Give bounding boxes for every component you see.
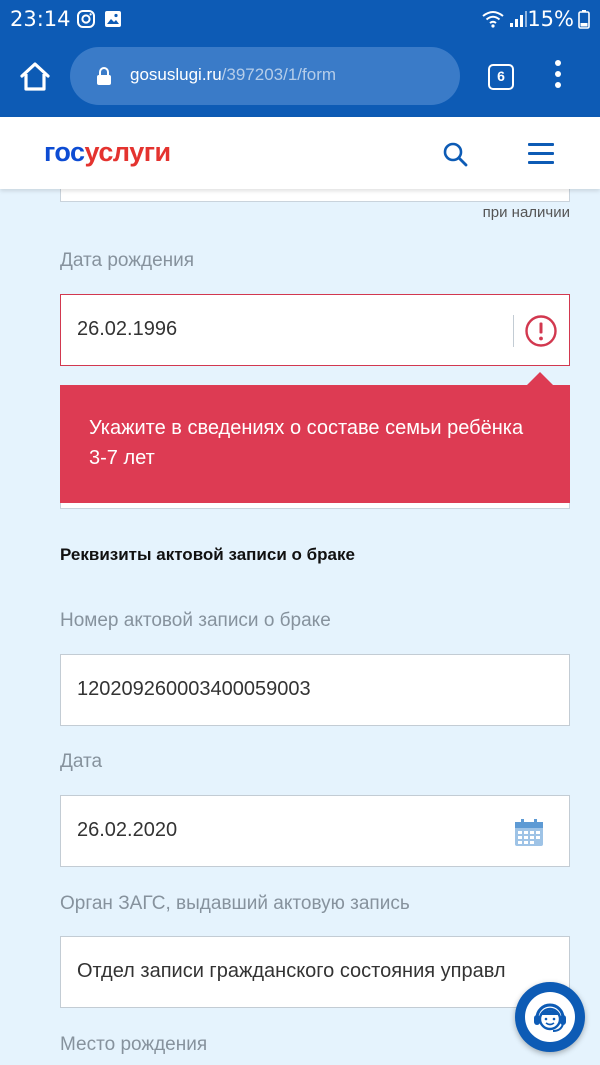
url-path: /397203/1/form [221,65,337,84]
date-value: 26.02.2020 [77,819,178,841]
date-field[interactable]: 26.02.2020 [60,795,570,867]
tooltip-arrow [526,372,554,386]
address-bar[interactable]: gosuslugi.ru/397203/1/form [70,47,460,105]
hamburger-menu-icon[interactable] [528,143,554,165]
hidden-field-edge [60,503,570,509]
record-number-field[interactable]: 120209260003400059003 [60,654,570,726]
battery-icon [578,10,590,29]
registry-office-value: Отдел записи гражданского состояния упра… [77,960,506,982]
signal-icon [510,11,527,27]
birth-date-value: 26.02.1996 [77,318,178,340]
status-time: 23:14 [10,7,71,31]
status-bar: 23:14 15% [0,0,600,38]
tab-switcher-button[interactable]: 6 [488,64,514,90]
wifi-icon [482,11,504,28]
gallery-icon [105,11,121,27]
birth-place-label: Место рождения [60,1034,208,1055]
record-number-label: Номер актовой записи о браке [60,610,331,631]
browser-toolbar: gosuslugi.ru/397203/1/form 6 [0,38,600,117]
url-domain: gosuslugi.ru [130,65,222,84]
birth-date-label: Дата рождения [60,250,195,271]
error-message: Укажите в сведениях о составе семьи ребё… [89,417,524,469]
section-title: Реквизиты актовой записи о браке [60,545,355,564]
logo-part1: гос [44,137,85,167]
search-icon[interactable] [442,141,468,167]
registry-office-field[interactable]: Отдел записи гражданского состояния упра… [60,936,570,1008]
url-text: gosuslugi.ru/397203/1/form [130,65,336,85]
calendar-icon[interactable] [513,818,545,848]
registry-office-label: Орган ЗАГС, выдавший актовую запись [60,893,410,914]
support-chat-button[interactable] [515,982,585,1052]
birth-date-field[interactable]: 26.02.1996 [60,294,570,366]
gosuslugi-logo[interactable]: госуслуги [44,137,171,168]
lock-icon [97,67,111,85]
record-number-value: 120209260003400059003 [77,678,311,700]
battery-level: 15% [527,7,574,31]
more-menu-icon[interactable] [552,60,564,94]
field-divider [513,315,514,347]
date-label: Дата [60,751,103,772]
home-icon[interactable] [16,58,54,96]
site-header: госуслуги [0,117,600,189]
optional-hint: при наличии [482,204,570,221]
error-tooltip: Укажите в сведениях о составе семьи ребё… [60,372,570,503]
error-icon [525,315,557,347]
operator-headset-icon [525,992,575,1042]
logo-part2: услуги [84,137,172,167]
instagram-icon [77,10,95,28]
